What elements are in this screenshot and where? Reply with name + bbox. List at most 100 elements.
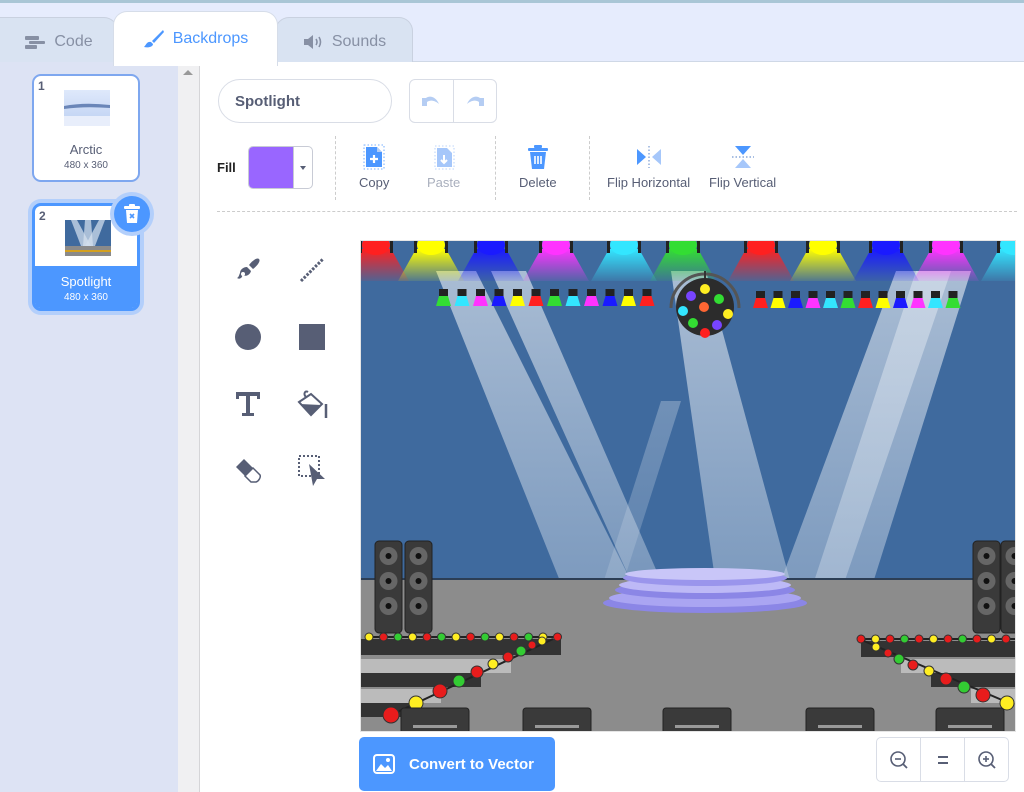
toolbar-divider [217, 211, 1017, 212]
fill-color-swatch[interactable] [249, 147, 293, 188]
light-bulb [987, 634, 996, 644]
light-bulb [451, 632, 461, 642]
light-bulb [885, 634, 895, 644]
disco-dot [686, 291, 696, 301]
flip-vertical-button[interactable]: Flip Vertical [709, 144, 776, 190]
backdrop-thumbnail [65, 220, 111, 256]
copy-button[interactable]: Copy [359, 144, 389, 190]
disco-dot [700, 284, 710, 294]
convert-label: Convert to Vector [409, 755, 535, 773]
tab-code[interactable]: Code [0, 17, 118, 65]
circle-tool[interactable] [225, 314, 271, 360]
scroll-up-arrow-icon[interactable] [183, 70, 193, 75]
text-icon [236, 392, 260, 416]
light-bulb [502, 651, 514, 663]
stage-monitor [805, 707, 875, 731]
disco-dot [723, 309, 733, 319]
paint-bucket-icon [297, 390, 328, 418]
paint-editor: Fill Copy Paste [201, 62, 1024, 792]
fill-tool[interactable] [289, 381, 335, 427]
light-bulb [871, 634, 880, 644]
fill-label: Fill [217, 160, 236, 175]
divider [335, 136, 336, 200]
disco-dot [714, 294, 724, 304]
dropdown-caret-icon[interactable] [293, 147, 312, 188]
light-bulb [437, 632, 446, 642]
speaker [972, 540, 1001, 634]
redo-button[interactable] [452, 80, 497, 122]
backdrop-item-arctic[interactable]: 1 Arctic 480 x 360 [32, 74, 140, 182]
zoom-in-button[interactable] [964, 738, 1008, 781]
brush-tool[interactable] [225, 247, 271, 293]
flip-horizontal-label[interactable]: Flip Horizontal [607, 175, 690, 190]
eraser-tool[interactable] [225, 448, 271, 494]
disco-dot [712, 320, 722, 330]
stage-monitor [935, 707, 1005, 731]
speaker [374, 540, 403, 634]
undo-button[interactable] [410, 80, 453, 122]
spotlight-backdrop-image [361, 241, 1015, 731]
code-blocks-icon [25, 35, 46, 49]
delete-backdrop-button[interactable] [114, 196, 150, 232]
light-bulb [515, 645, 527, 657]
paint-canvas[interactable] [360, 240, 1016, 732]
image-icon [373, 754, 395, 774]
zoom-reset-button[interactable] [920, 738, 964, 781]
tab-sounds[interactable]: Sounds [275, 17, 413, 65]
undo-icon [422, 96, 440, 106]
backdrop-size: 480 x 360 [64, 292, 108, 303]
light-bulb [975, 687, 991, 703]
flip-horizontal-button[interactable]: Flip Horizontal [607, 144, 690, 190]
light-bulb [408, 632, 417, 642]
flip-vertical-icon [731, 146, 754, 168]
light-bulb [364, 632, 374, 642]
paste-button[interactable]: Paste [427, 144, 460, 190]
light-bulb [893, 653, 905, 665]
rectangle-tool[interactable] [289, 314, 335, 360]
backdrop-list: 1 Arctic 480 x 360 2 Spotlight 480 x 360 [0, 62, 178, 792]
flip-vertical-label: Flip Vertical [709, 175, 777, 190]
light-bulb [871, 642, 881, 652]
tab-sounds-label: Sounds [331, 32, 387, 50]
backdrop-size: 480 x 360 [64, 160, 108, 171]
disco-dot [678, 306, 688, 316]
backdrop-list-scrollbar[interactable] [178, 62, 200, 792]
speaker [404, 540, 433, 634]
delete-button[interactable]: Delete [519, 144, 557, 190]
costume-name-input[interactable] [218, 79, 392, 123]
stage-riser [361, 689, 441, 703]
delete-label: Delete [519, 175, 557, 190]
zoom-controls [876, 737, 1009, 782]
stage-monitor [522, 707, 592, 731]
disco-dot [700, 328, 710, 338]
tab-code-label: Code [54, 32, 93, 50]
fill-color-picker[interactable] [248, 146, 313, 189]
convert-to-vector-button[interactable]: Convert to Vector [359, 737, 555, 791]
backdrop-number: 1 [38, 79, 45, 93]
rectangle-icon [299, 324, 325, 350]
stage-monitor [662, 707, 732, 731]
backdrop-name: Spotlight [60, 274, 112, 289]
copy-label: Copy [359, 175, 390, 190]
light-bulb [553, 632, 562, 642]
light-bulb [929, 634, 938, 644]
flip-horizontal-icon [636, 146, 661, 168]
light-bulb [487, 658, 499, 670]
light-bulb [957, 680, 971, 694]
tab-backdrops[interactable]: Backdrops [113, 11, 278, 66]
trash-icon [527, 145, 548, 169]
speaker [1000, 540, 1015, 634]
light-bulb [452, 674, 466, 688]
disco-dot [688, 318, 698, 328]
light-bulb [939, 672, 953, 686]
editor-tab-bar: Code Backdrops Sounds [0, 0, 1024, 66]
zoom-out-button[interactable] [877, 738, 920, 781]
stage-platform [603, 568, 807, 613]
light-bulb [470, 665, 484, 679]
zoom-in-icon [977, 750, 996, 769]
light-bulb [923, 665, 935, 677]
select-tool[interactable] [289, 448, 335, 494]
line-tool[interactable] [289, 247, 335, 293]
backdrop-thumbnail [64, 90, 110, 126]
text-tool[interactable] [225, 381, 271, 427]
